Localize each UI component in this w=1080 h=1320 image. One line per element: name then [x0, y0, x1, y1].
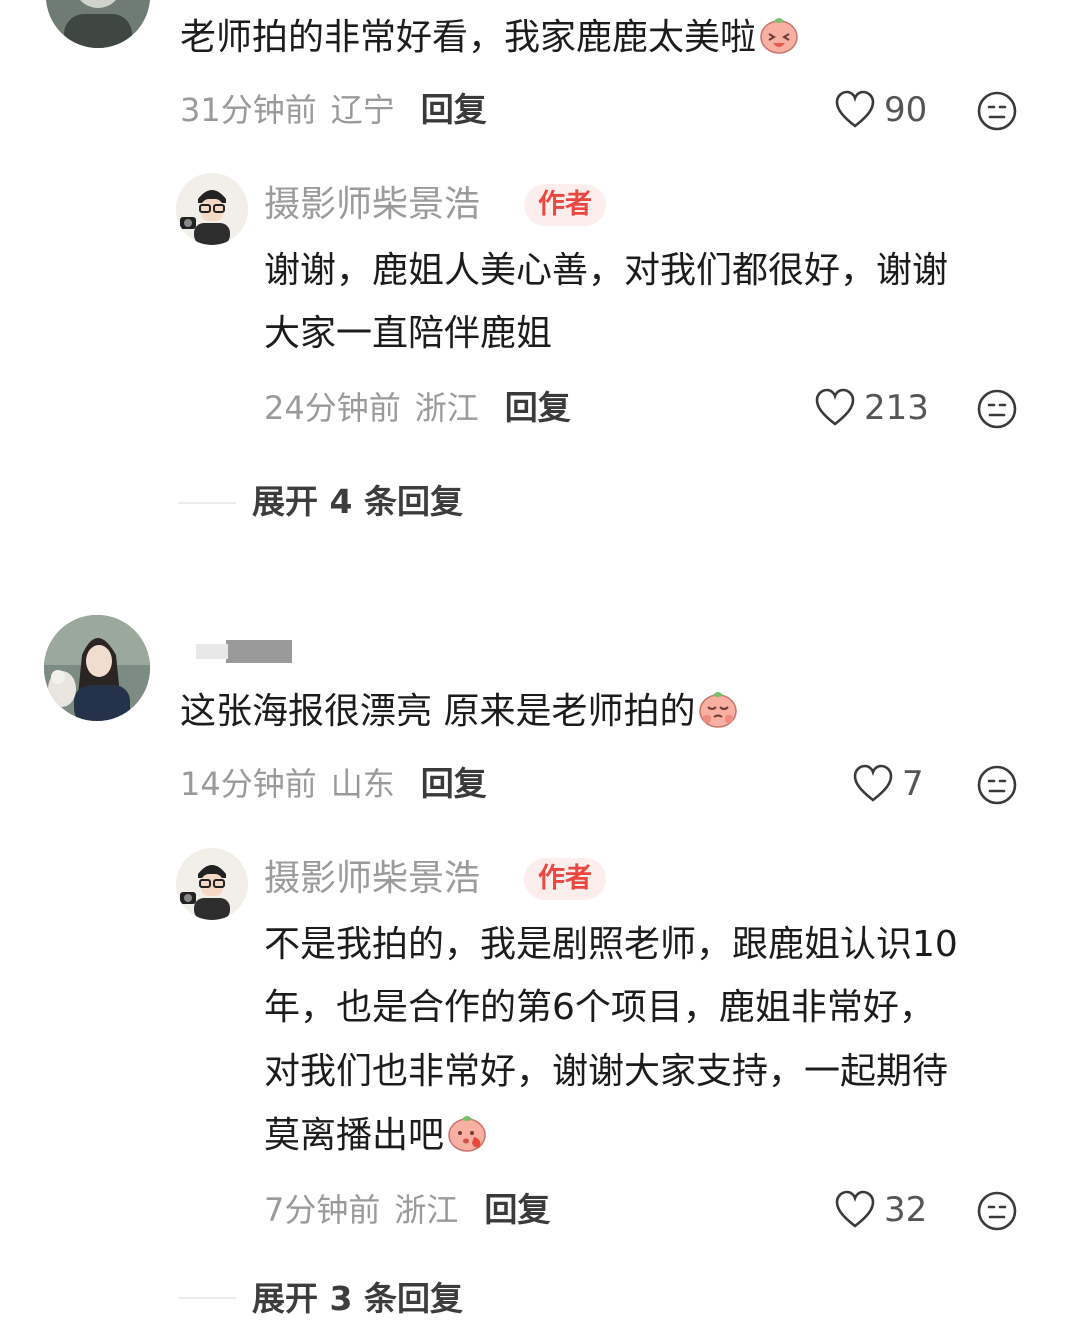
avatar[interactable]: [46, 0, 150, 48]
like-button[interactable]: 7: [852, 764, 924, 804]
avatar[interactable]: [44, 615, 150, 721]
reply-meta: 7分钟前 浙江 回复: [264, 1190, 550, 1230]
like-count: 213: [864, 388, 929, 428]
reply-text-line: 莫离播出吧: [264, 1104, 488, 1168]
expand-replies-button[interactable]: 展开 4 条回复: [252, 481, 463, 523]
emoji-reaction-icon[interactable]: [976, 764, 1018, 806]
expand-divider: [178, 502, 236, 504]
comment-time: 31分钟前: [180, 91, 317, 129]
emoji-reaction-icon[interactable]: [976, 1190, 1018, 1232]
like-button[interactable]: 213: [814, 388, 929, 428]
heart-icon: [835, 1190, 875, 1228]
shy-peach-emoji: [448, 1116, 486, 1152]
reply-button[interactable]: 回复: [505, 388, 571, 428]
author-avatar[interactable]: [176, 173, 248, 245]
redacted-username: [226, 640, 292, 663]
heart-icon: [815, 388, 855, 426]
like-count: 32: [884, 1190, 928, 1230]
reply-text-line: 不是我拍的，我是剧照老师，跟鹿姐认识10: [264, 924, 958, 965]
reply-location: 浙江: [394, 1191, 459, 1229]
author-badge: 作者: [524, 184, 606, 226]
expand-replies-button[interactable]: 展开 3 条回复: [252, 1278, 463, 1320]
emoji-reaction-icon[interactable]: [976, 388, 1018, 430]
author-name[interactable]: 摄影师柴景浩: [264, 183, 480, 227]
reply-meta: 24分钟前 浙江 回复: [264, 388, 571, 428]
emoji-reaction-icon[interactable]: [976, 90, 1018, 132]
reply-text-line: 谢谢，鹿姐人美心善，对我们都很好，谢谢: [264, 250, 949, 291]
heart-icon: [835, 90, 875, 128]
like-button[interactable]: 32: [834, 1190, 927, 1230]
expand-divider: [178, 1297, 236, 1299]
comment-location: 山东: [330, 765, 395, 803]
peach-emoji: [699, 692, 738, 728]
like-count: 7: [902, 764, 924, 804]
reply-time: 7分钟前: [264, 1191, 381, 1229]
comment-time: 14分钟前: [180, 765, 317, 803]
reply-time: 24分钟前: [264, 389, 401, 427]
reply-text-line: 年，也是合作的第6个项目，鹿姐非常好，: [264, 987, 935, 1028]
comment-text: 这张海报很漂亮 原来是老师拍的: [180, 680, 739, 744]
reply-text-line: 对我们也非常好，谢谢大家支持，一起期待: [264, 1051, 949, 1092]
heart-icon: [853, 764, 893, 802]
author-avatar[interactable]: [176, 848, 248, 920]
like-button[interactable]: 90: [834, 90, 927, 130]
reply-text-line: 大家一直陪伴鹿姐: [264, 313, 553, 354]
reply-button[interactable]: 回复: [421, 764, 487, 804]
laughing-peach-emoji: [760, 18, 798, 54]
like-count: 90: [884, 90, 928, 130]
reply-button[interactable]: 回复: [421, 90, 487, 130]
comment-meta: 14分钟前 山东 回复: [180, 764, 487, 804]
redacted-username-blur: [196, 644, 228, 659]
reply-button[interactable]: 回复: [484, 1190, 550, 1230]
comment-meta: 31分钟前 辽宁 回复: [180, 90, 487, 130]
comment-text: 老师拍的非常好看，我家鹿鹿太美啦: [180, 6, 800, 70]
reply-location: 浙江: [414, 389, 479, 427]
author-name[interactable]: 摄影师柴景浩: [264, 857, 480, 901]
comment-location: 辽宁: [330, 91, 395, 129]
author-badge: 作者: [524, 858, 606, 900]
